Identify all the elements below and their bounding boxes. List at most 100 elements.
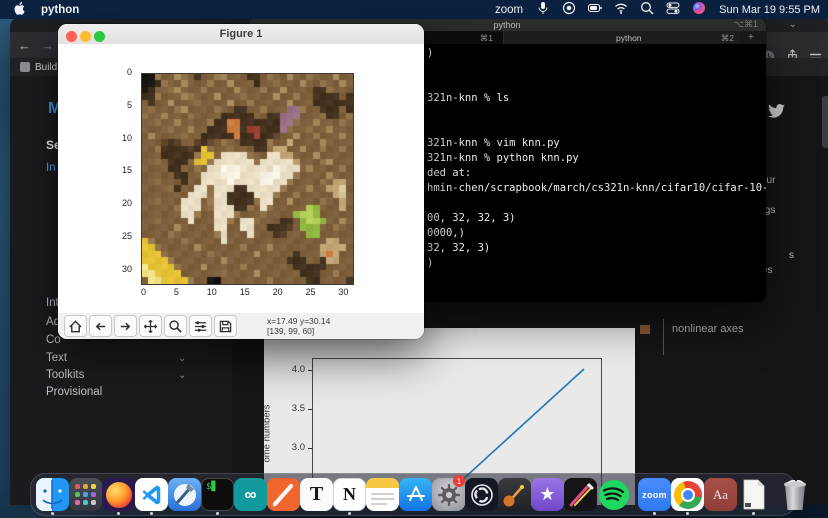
dock-item-notes[interactable]	[366, 473, 399, 516]
dock-item-xcode[interactable]	[168, 473, 201, 516]
x-tick-label: 10	[207, 287, 217, 297]
dock-item-trash[interactable]	[778, 473, 811, 516]
tab-shortcut: ⌘2	[721, 33, 734, 44]
zoom-menu-item[interactable]: zoom	[495, 4, 523, 16]
battery-icon[interactable]	[588, 1, 602, 18]
microphone-icon[interactable]	[536, 1, 550, 18]
tab-label: python	[616, 33, 642, 43]
terminal-line: 321n-knn % python knn.py	[427, 151, 766, 166]
minimize-button[interactable]	[80, 31, 91, 42]
close-button[interactable]	[66, 31, 77, 42]
subplots-button[interactable]	[189, 315, 212, 337]
dock-item-notion[interactable]: N	[333, 473, 366, 516]
x-tick-label: 5	[174, 287, 179, 297]
terminal-line: 00, 32, 32, 3)	[427, 211, 766, 226]
y-tick-label: 20	[122, 198, 132, 208]
terminal-line: )	[427, 46, 766, 61]
nonlinear-axes-link[interactable]: nonlinear axes	[672, 323, 744, 335]
dock-item-finder[interactable]	[36, 473, 69, 516]
chevron-down-icon[interactable]: ⌄	[178, 370, 186, 381]
y-tick-label: 0	[127, 67, 132, 77]
terminal-tab-2[interactable]: python ⌘2	[504, 31, 740, 44]
dock-item-arduino[interactable]: ∞	[234, 473, 267, 516]
figure-title-bar[interactable]: Figure 1	[58, 24, 424, 44]
terminal-window-title: python	[493, 20, 520, 30]
dock-item-obs[interactable]	[465, 473, 498, 516]
terminal-line	[427, 106, 766, 121]
running-indicator	[51, 512, 54, 515]
terminal-window-shortcut: ⌥⌘1	[734, 19, 758, 30]
dock-item-vscode[interactable]	[135, 473, 168, 516]
dock-item-pen-app[interactable]	[267, 473, 300, 516]
pan-button[interactable]	[139, 315, 162, 337]
control-center-icon[interactable]	[666, 1, 680, 18]
terminal-line	[427, 196, 766, 211]
zoom-window-button[interactable]	[94, 31, 105, 42]
matplotlib-toolbar: x=17.49 y=30.14 [139, 99, 60]	[58, 313, 424, 339]
screen-record-icon[interactable]	[562, 1, 576, 18]
dock-item-garageband[interactable]	[498, 473, 531, 516]
new-tab-button[interactable]: +	[748, 32, 754, 43]
x-tick-label: 0	[141, 287, 146, 297]
sidebar-item-provisional[interactable]: Provisional	[46, 386, 102, 398]
menu-bar: python zoom Sun Mar 19 9:55 PM	[0, 0, 828, 19]
y-tick-label: 15	[122, 165, 132, 175]
back-icon[interactable]: ←	[18, 38, 31, 53]
sidebar-item-int[interactable]: Int	[46, 297, 59, 309]
dock-item-imovie[interactable]: ★	[531, 473, 564, 516]
running-indicator	[348, 512, 351, 515]
back-button[interactable]	[89, 315, 112, 337]
tab-overflow-chevron-icon[interactable]: ⌄	[789, 19, 797, 30]
home-button[interactable]	[64, 315, 87, 337]
sidebar-item-text[interactable]: Text	[46, 352, 67, 364]
figure-canvas-area[interactable]: 051015202530051015202530	[58, 44, 424, 313]
sidebar-link-fragment[interactable]: In	[46, 162, 56, 174]
terminal-line: )	[427, 256, 766, 271]
dock-item-spotify[interactable]	[597, 473, 630, 516]
terminal-line: 321n-knn % ls	[427, 91, 766, 106]
spotlight-search-icon[interactable]	[640, 1, 654, 18]
dock-item-dictionary[interactable]: Aa	[704, 473, 737, 516]
terminal-line: ded at:	[427, 166, 766, 181]
twitter-icon[interactable]	[768, 104, 785, 123]
save-button[interactable]	[214, 315, 237, 337]
dock-item-document[interactable]	[737, 473, 770, 516]
running-indicator	[150, 512, 153, 515]
x-tick-label: 15	[240, 287, 250, 297]
dock-item-typora[interactable]: T	[300, 473, 333, 516]
forward-button[interactable]	[114, 315, 137, 337]
scrollbar-thumb[interactable]	[822, 96, 828, 148]
dock-item-launchpad[interactable]	[69, 473, 102, 516]
figure-window: Figure 1 051015202530051015202530 x=17.4…	[58, 24, 424, 339]
running-indicator	[117, 512, 120, 515]
siri-icon[interactable]	[692, 1, 706, 18]
wifi-icon[interactable]	[614, 1, 628, 18]
docs-text-fragment: s	[789, 250, 794, 261]
dock-item-chrome[interactable]	[671, 473, 704, 516]
y-tick-label: 30	[122, 264, 132, 274]
x-tick-label: 25	[306, 287, 316, 297]
menu-bar-clock[interactable]: Sun Mar 19 9:55 PM	[719, 4, 820, 16]
x-tick-label: 30	[338, 287, 348, 297]
active-app-menu[interactable]: python	[41, 4, 79, 16]
y-tick-label: 5	[127, 100, 132, 110]
cifar-image	[141, 73, 354, 285]
terminal-line	[427, 76, 766, 91]
dock-item-zoom-app[interactable]: zoom	[638, 473, 671, 516]
tab-shortcut: ⌘1	[480, 33, 493, 44]
forward-icon[interactable]: →	[41, 38, 54, 53]
desktop: ⌄ ← → Build You » M Se In IntAd	[0, 0, 828, 518]
figure-window-title: Figure 1	[220, 28, 263, 40]
dock-item-terminal[interactable]: $▊	[201, 473, 234, 516]
terminal-line	[427, 121, 766, 136]
zoom-button[interactable]	[164, 315, 187, 337]
apple-menu-icon[interactable]	[14, 2, 25, 18]
dock-item-system-settings[interactable]: 1	[432, 473, 465, 516]
thumbnail-fragment	[640, 325, 650, 334]
dock-item-firefox[interactable]	[102, 473, 135, 516]
sidebar-item-toolkits[interactable]: Toolkits	[46, 369, 84, 381]
dock-item-app-store[interactable]	[399, 473, 432, 516]
running-indicator	[216, 512, 219, 515]
chevron-down-icon[interactable]: ⌄	[178, 353, 186, 364]
dock-item-paint-app[interactable]	[564, 473, 597, 516]
